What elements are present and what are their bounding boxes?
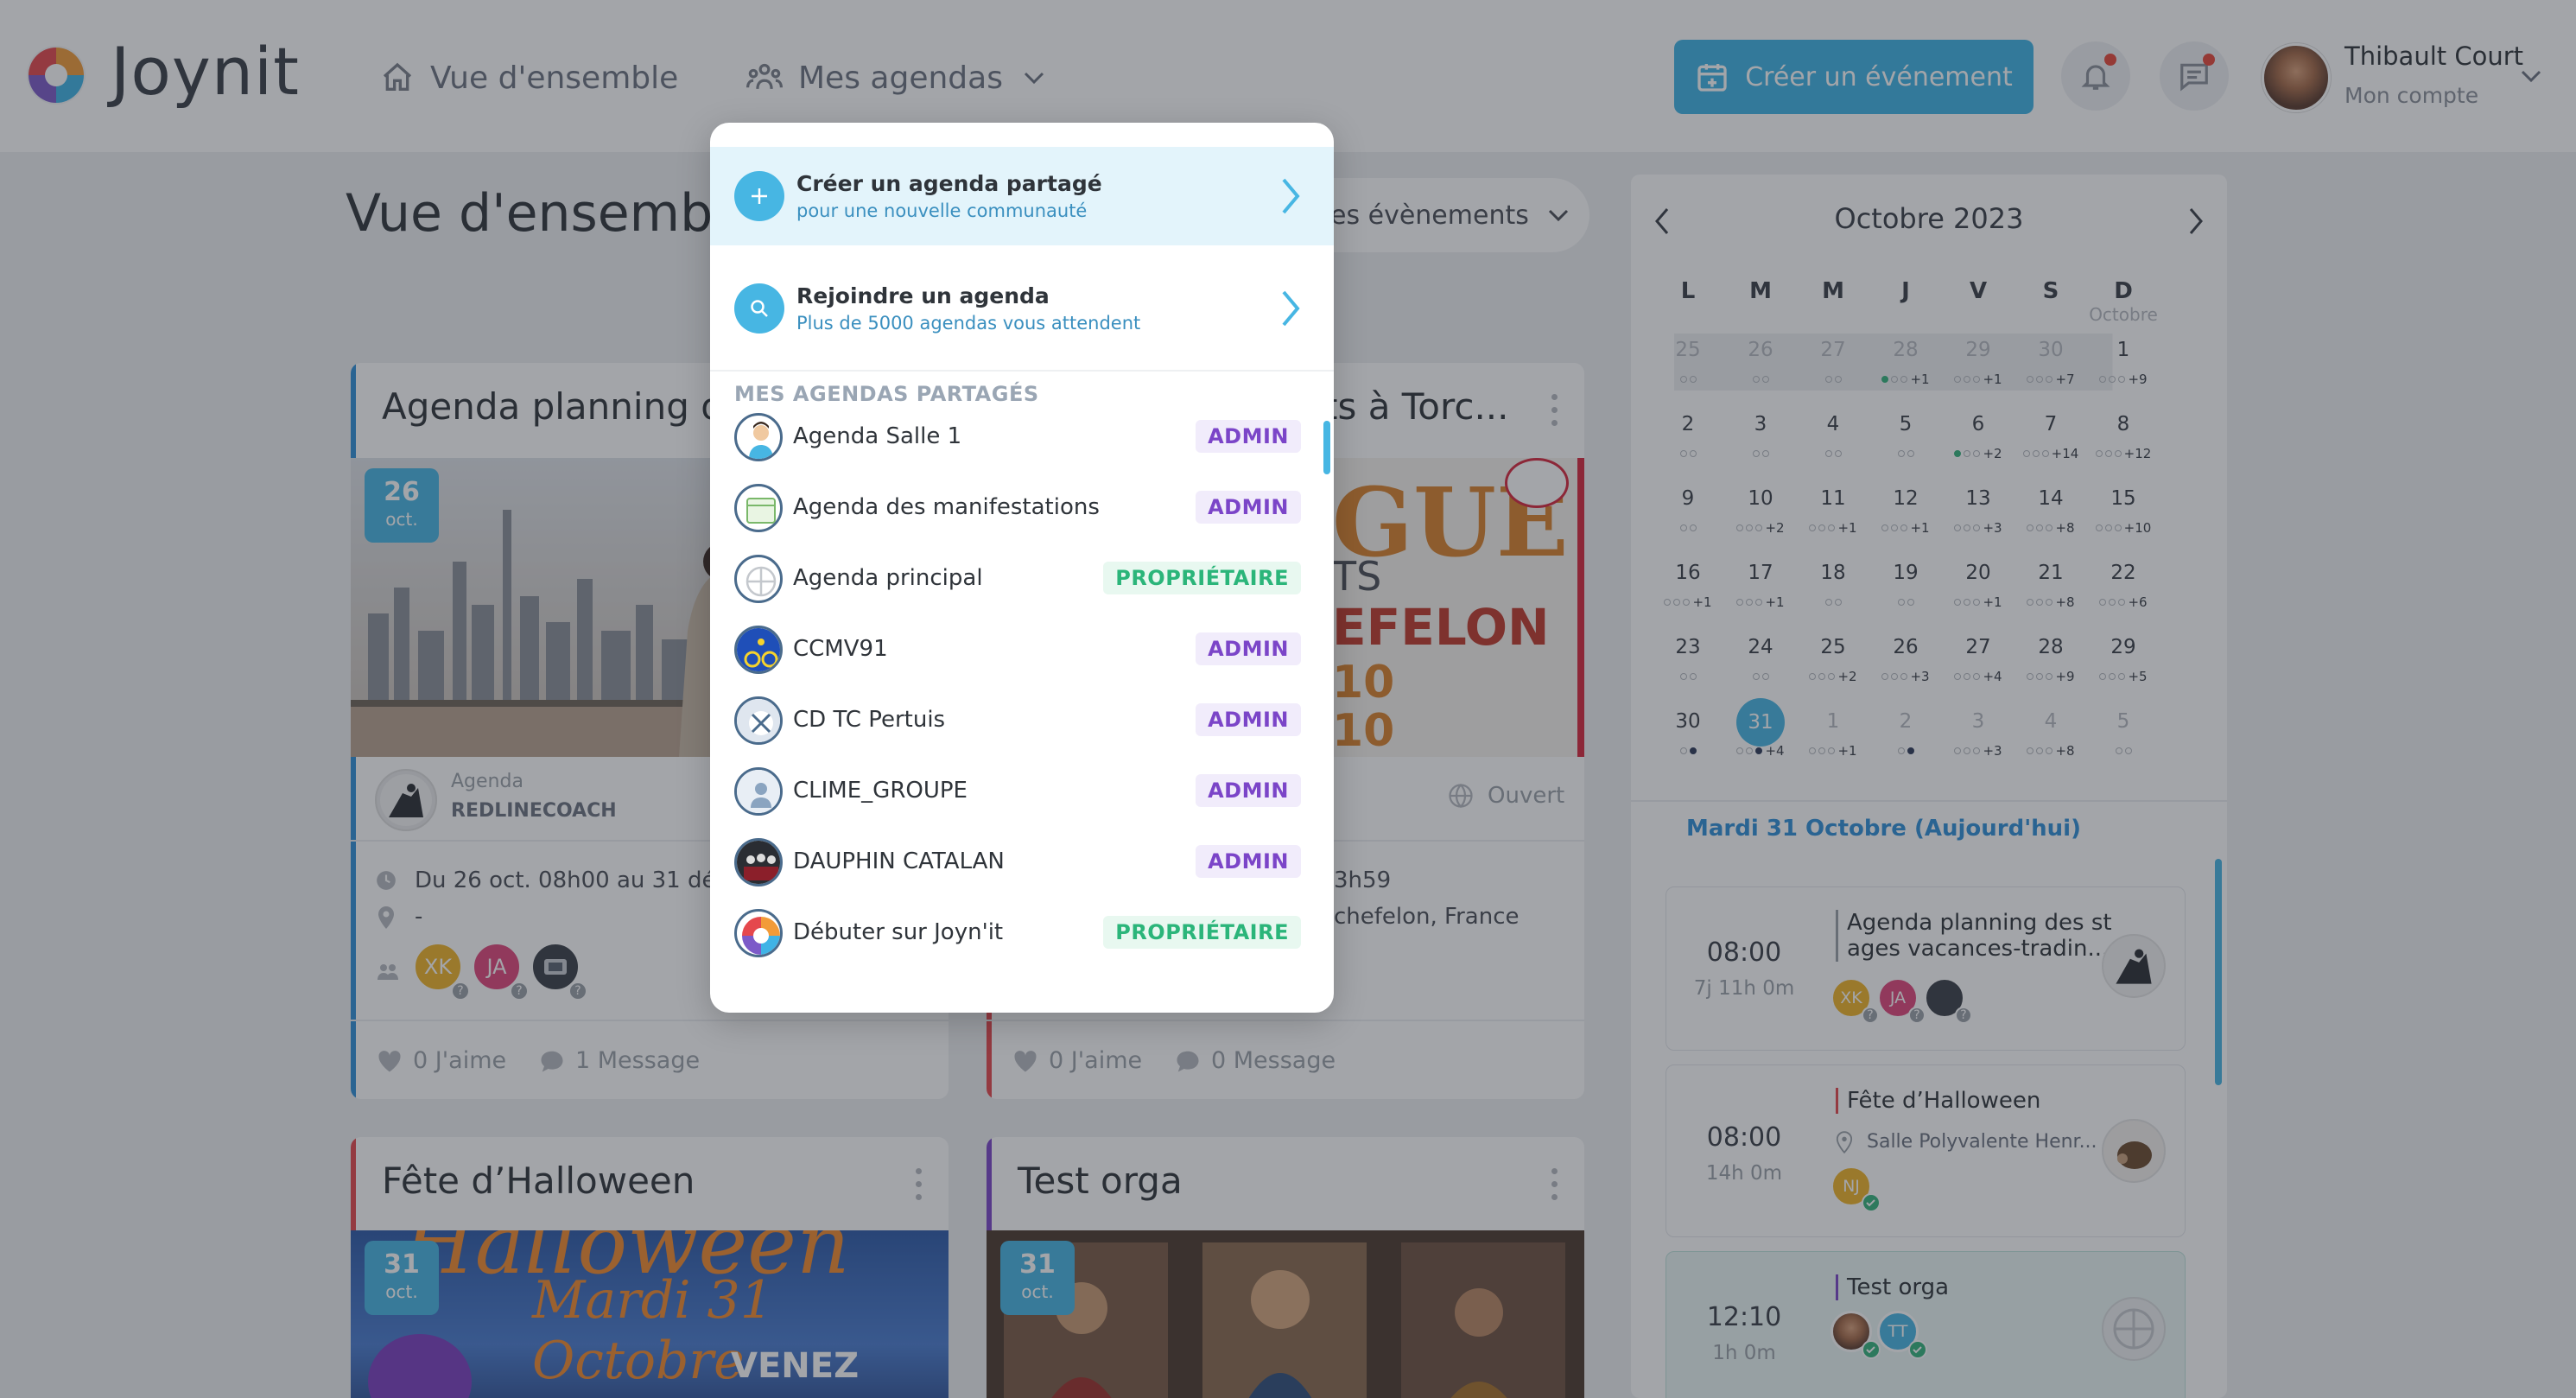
agenda-list-item[interactable]: Agenda principal PROPRIÉTAIRE xyxy=(710,544,1334,615)
join-agenda-item[interactable]: Rejoindre un agenda Plus de 5000 agendas… xyxy=(710,259,1334,358)
agenda-list-item[interactable]: DAUPHIN CATALAN ADMIN xyxy=(710,828,1334,899)
agenda-list-item[interactable]: Débuter sur Joyn'it PROPRIÉTAIRE xyxy=(710,899,1334,969)
agenda-name: Agenda Salle 1 xyxy=(793,423,962,449)
joynit-logo-icon xyxy=(734,909,783,957)
role-badge: ADMIN xyxy=(1196,632,1301,665)
placeholder-icon xyxy=(734,555,783,603)
role-badge: ADMIN xyxy=(1196,774,1301,807)
tennis-icon xyxy=(734,696,783,745)
agenda-name: Débuter sur Joyn'it xyxy=(793,919,1004,945)
dropdown-scrollbar[interactable] xyxy=(1323,421,1330,474)
team-photo-icon xyxy=(734,838,783,886)
search-icon xyxy=(734,283,784,334)
join-agenda-title: Rejoindre un agenda xyxy=(796,283,1050,308)
agenda-list-item[interactable]: CCMV91 ADMIN xyxy=(710,615,1334,686)
create-agenda-title: Créer un agenda partagé xyxy=(796,171,1102,196)
role-badge: PROPRIÉTAIRE xyxy=(1103,916,1301,949)
agenda-name: CLIME_GROUPE xyxy=(793,778,968,804)
cyclist-icon xyxy=(734,626,783,674)
agenda-list-item[interactable]: Agenda Salle 1 ADMIN xyxy=(710,403,1334,473)
agenda-name: Agenda principal xyxy=(793,565,983,591)
join-agenda-subtitle: Plus de 5000 agendas vous attendent xyxy=(796,313,1141,334)
role-badge: PROPRIÉTAIRE xyxy=(1103,562,1301,594)
group-icon xyxy=(734,767,783,816)
calendar-icon xyxy=(734,484,783,532)
chevron-right-icon xyxy=(1278,176,1303,216)
agenda-name: Agenda des manifestations xyxy=(793,494,1100,520)
divider xyxy=(710,370,1334,372)
agenda-list-item[interactable]: CD TC Pertuis ADMIN xyxy=(710,686,1334,757)
agenda-list-item[interactable]: Agenda des manifestations ADMIN xyxy=(710,473,1334,544)
my-calendars-dropdown: Créer un agenda partagé pour une nouvell… xyxy=(710,123,1334,1013)
chevron-right-icon xyxy=(1278,289,1303,328)
agenda-name: CCMV91 xyxy=(793,636,888,662)
plus-icon xyxy=(734,171,784,221)
person-icon xyxy=(734,413,783,461)
create-agenda-subtitle: pour une nouvelle communauté xyxy=(796,200,1088,221)
agenda-name: DAUPHIN CATALAN xyxy=(793,848,1005,874)
create-shared-agenda-item[interactable]: Créer un agenda partagé pour une nouvell… xyxy=(710,147,1334,245)
role-badge: ADMIN xyxy=(1196,703,1301,736)
role-badge: ADMIN xyxy=(1196,491,1301,524)
role-badge: ADMIN xyxy=(1196,845,1301,878)
agenda-name: CD TC Pertuis xyxy=(793,707,946,733)
agenda-list-item[interactable]: CLIME_GROUPE ADMIN xyxy=(710,757,1334,828)
role-badge: ADMIN xyxy=(1196,420,1301,453)
